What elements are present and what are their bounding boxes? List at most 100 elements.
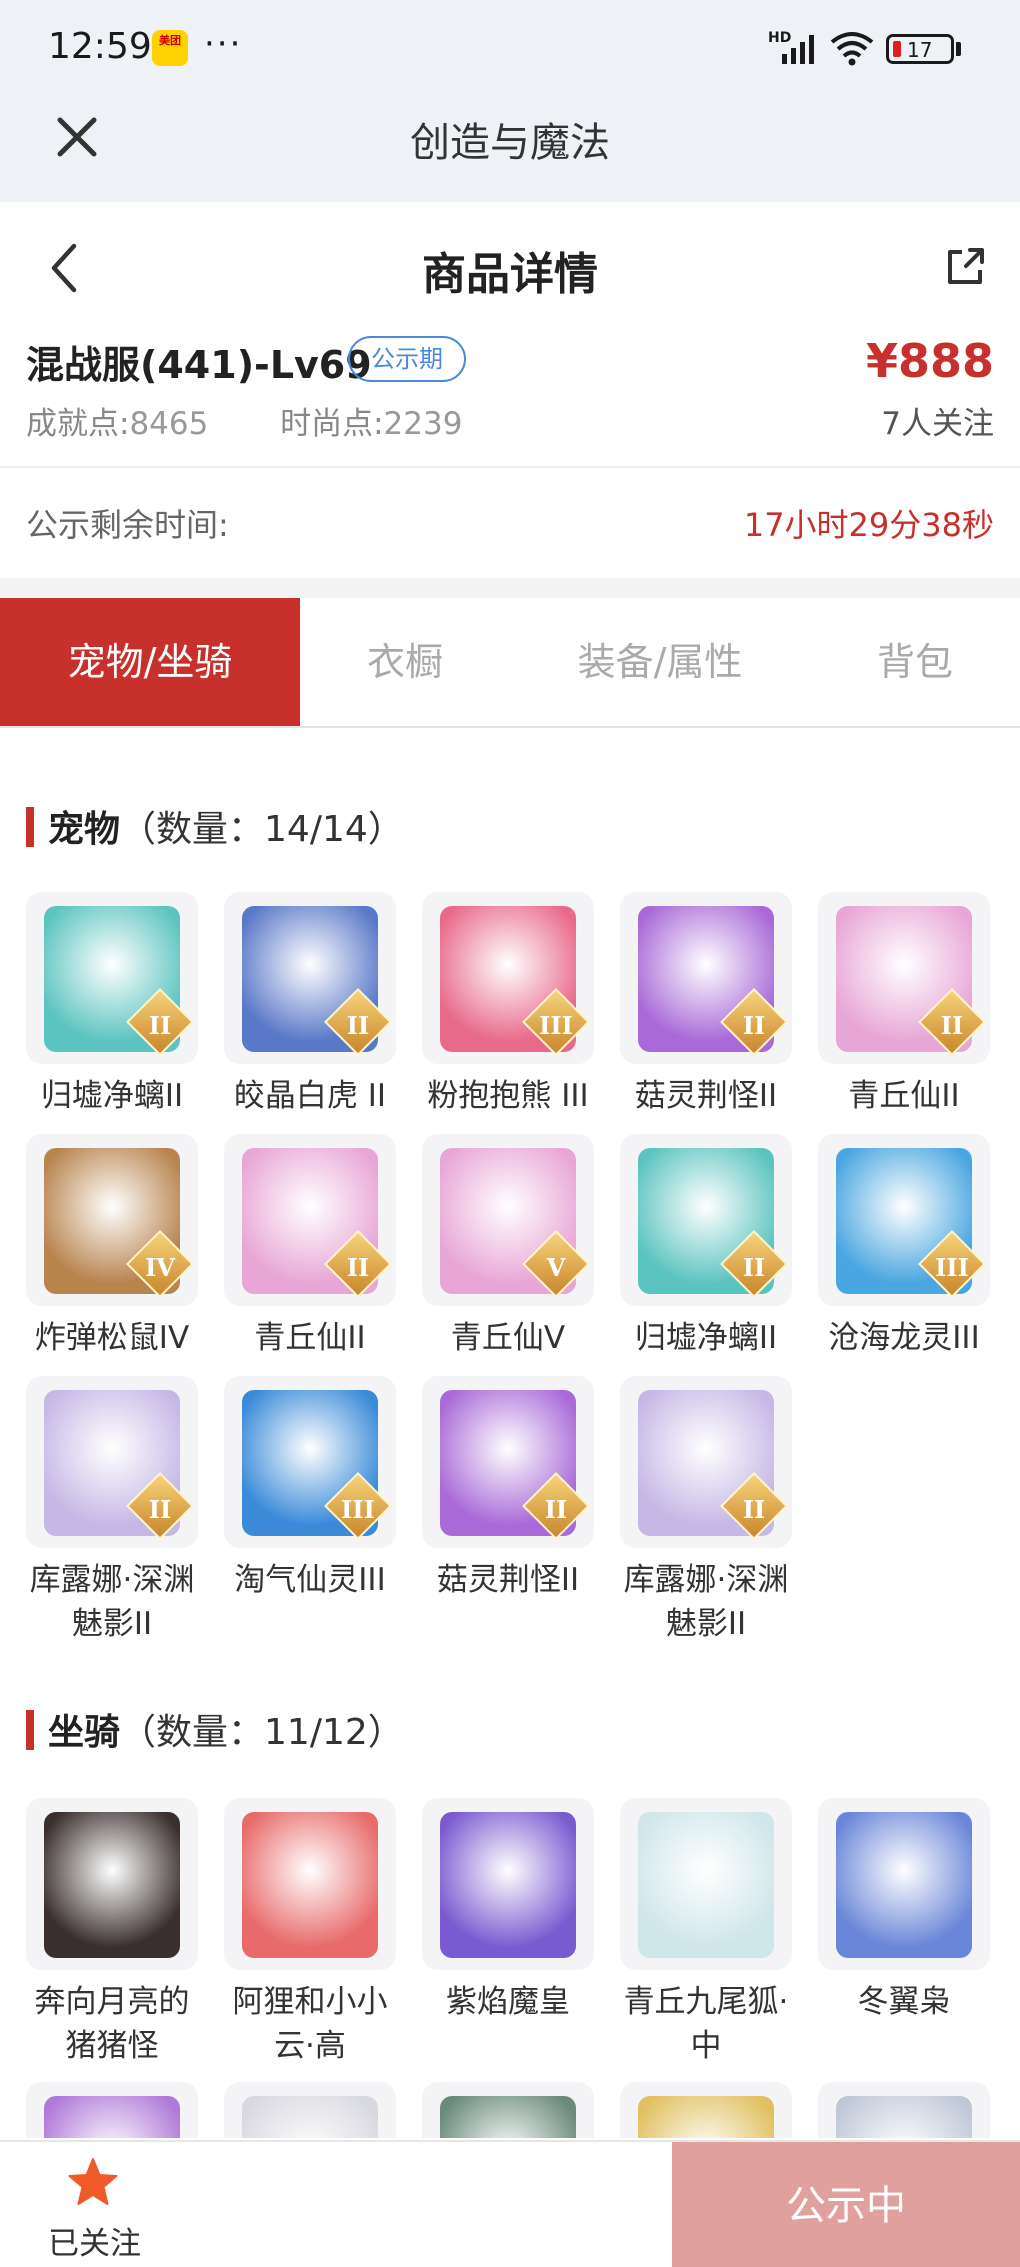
follow-label[interactable]: 已关注 [48,2218,141,2263]
item-artwork [242,1812,378,1958]
tab-pets-mounts[interactable]: 宠物/坐骑 [0,598,300,726]
grid-item[interactable]: 奔向月亮的猪猪怪 [26,1798,198,2068]
product-stats: 成就点:8465 时尚点:2239 [26,398,462,443]
item-thumbnail: IV [26,1134,198,1306]
item-label: 冬翼枭 [857,1984,951,2020]
grid-item[interactable] [26,2082,198,2138]
item-label: 库露娜·深渊魅影II [623,1562,789,1642]
fashion-value: 2239 [383,406,463,442]
item-thumbnail: II [26,1376,198,1548]
grid-item[interactable]: 青丘九尾狐·中 [620,1798,792,2068]
grid-item[interactable]: II 库露娜·深渊魅影II [26,1376,198,1646]
item-thumbnail: III [818,1134,990,1306]
item-artwork [638,2096,774,2138]
achievement-value: 8465 [129,406,209,442]
grid-item[interactable]: II 皎晶白虎 II [224,892,396,1118]
star-icon[interactable] [66,2156,120,2210]
rank-text: II [742,1253,766,1282]
grid-item[interactable]: III 淘气仙灵III [224,1376,396,1602]
grid-item[interactable]: II 菇灵荆怪II [422,1376,594,1602]
item-thumbnail: II [224,1134,396,1306]
rank-text: III [341,1495,375,1524]
price: ¥888 [865,334,994,388]
item-label: 阿狸和小小云·高 [232,1984,388,2064]
item-thumbnail [224,1798,396,1970]
pets-section-title: 宠物（数量：14/14） [26,800,404,852]
tab-wardrobe[interactable]: 衣橱 [300,598,510,726]
grid-item[interactable]: 冬翼枭 [818,1798,990,2024]
mounts-grid: 奔向月亮的猪猪怪 阿狸和小小云·高 紫焰魔皇 青丘九尾狐·中 冬翼枭 [26,1798,996,2138]
product-summary: 混战服(441)-Lv69 公示期 成就点:8465 时尚点:2239 ¥888… [0,332,1020,466]
grid-item[interactable]: III 沧海龙灵III [818,1134,990,1360]
item-thumbnail: II [26,892,198,1064]
grid-item[interactable]: II 库露娜·深渊魅影II [620,1376,792,1646]
mounts-title: 坐骑 [48,1712,121,1753]
grid-item[interactable]: II 归墟净螭II [26,892,198,1118]
item-label: 皎晶白虎 II [233,1078,387,1114]
item-artwork [836,1812,972,1958]
grid-item[interactable]: 紫焰魔皇 [422,1798,594,2024]
item-thumbnail [818,1798,990,1970]
countdown-label: 公示剩余时间: [26,506,229,544]
item-thumbnail: II [620,892,792,1064]
tab-backpack[interactable]: 背包 [830,598,1000,726]
grid-item[interactable]: IV 炸弹松鼠IV [26,1134,198,1360]
bottom-bar: 已关注 公示中 [0,2140,1020,2267]
pets-grid: II 归墟净螭II II 皎晶白虎 II III 粉抱抱熊 III II 菇灵荆怪II II 青丘… [26,892,996,1652]
signal-icon [782,35,814,64]
item-artwork [44,2096,180,2138]
mounts-count: （数量：11/12） [120,1712,404,1753]
wifi-icon [830,32,874,66]
item-label: 奔向月亮的猪猪怪 [34,1984,190,2064]
rank-text: III [539,1011,573,1040]
grid-item[interactable] [818,2082,990,2138]
tab-equipment[interactable]: 装备/属性 [540,598,780,726]
grid-item[interactable] [422,2082,594,2138]
battery-level: 17 [907,38,933,62]
item-thumbnail [818,2082,990,2138]
item-thumbnail: II [620,1134,792,1306]
grid-item[interactable] [620,2082,792,2138]
item-label: 青丘仙II [848,1078,960,1114]
item-thumbnail: II [422,1376,594,1548]
item-label: 粉抱抱熊 III [427,1078,589,1114]
grid-item[interactable] [224,2082,396,2138]
item-thumbnail [422,2082,594,2138]
item-thumbnail: III [224,1376,396,1548]
followers-count: 7人关注 [881,406,994,442]
status-badge: 公示期 [348,336,466,382]
publicity-status-button[interactable]: 公示中 [672,2142,1020,2267]
item-artwork [440,1812,576,1958]
item-label: 炸弹松鼠IV [34,1320,190,1356]
grid-item[interactable]: II 青丘仙II [224,1134,396,1360]
section-gap [0,578,1020,598]
grid-item[interactable]: V 青丘仙V [422,1134,594,1360]
tab-bar: 宠物/坐骑 衣橱 装备/属性 背包 [0,598,1020,728]
grid-item[interactable]: II 菇灵荆怪II [620,892,792,1118]
status-bar: 12:59 美团 ··· HD 17 [0,0,1020,100]
rank-text: II [148,1495,172,1524]
detail-header: 商品详情 [0,202,1020,332]
share-icon[interactable] [944,246,986,288]
status-time: 12:59 [48,26,152,67]
item-label: 青丘九尾狐·中 [623,1984,789,2064]
achievement-label: 成就点: [26,406,130,442]
grid-item[interactable]: II 归墟净螭II [620,1134,792,1360]
item-thumbnail: II [818,892,990,1064]
grid-item[interactable]: II 青丘仙II [818,892,990,1118]
item-thumbnail [26,1798,198,1970]
item-thumbnail [26,2082,198,2138]
item-thumbnail: II [620,1376,792,1548]
grid-item[interactable]: III 粉抱抱熊 III [422,892,594,1118]
item-label: 库露娜·深渊魅影II [29,1562,195,1642]
item-thumbnail [422,1798,594,1970]
more-dots-icon: ··· [204,24,243,64]
item-thumbnail: III [422,892,594,1064]
rank-text: IV [145,1253,175,1282]
item-label: 菇灵荆怪II [634,1078,778,1114]
grid-item[interactable]: 阿狸和小小云·高 [224,1798,396,2068]
rank-text: II [346,1253,370,1282]
item-label: 淘气仙灵III [234,1562,386,1598]
item-label: 青丘仙V [450,1320,566,1356]
item-artwork [836,2096,972,2138]
